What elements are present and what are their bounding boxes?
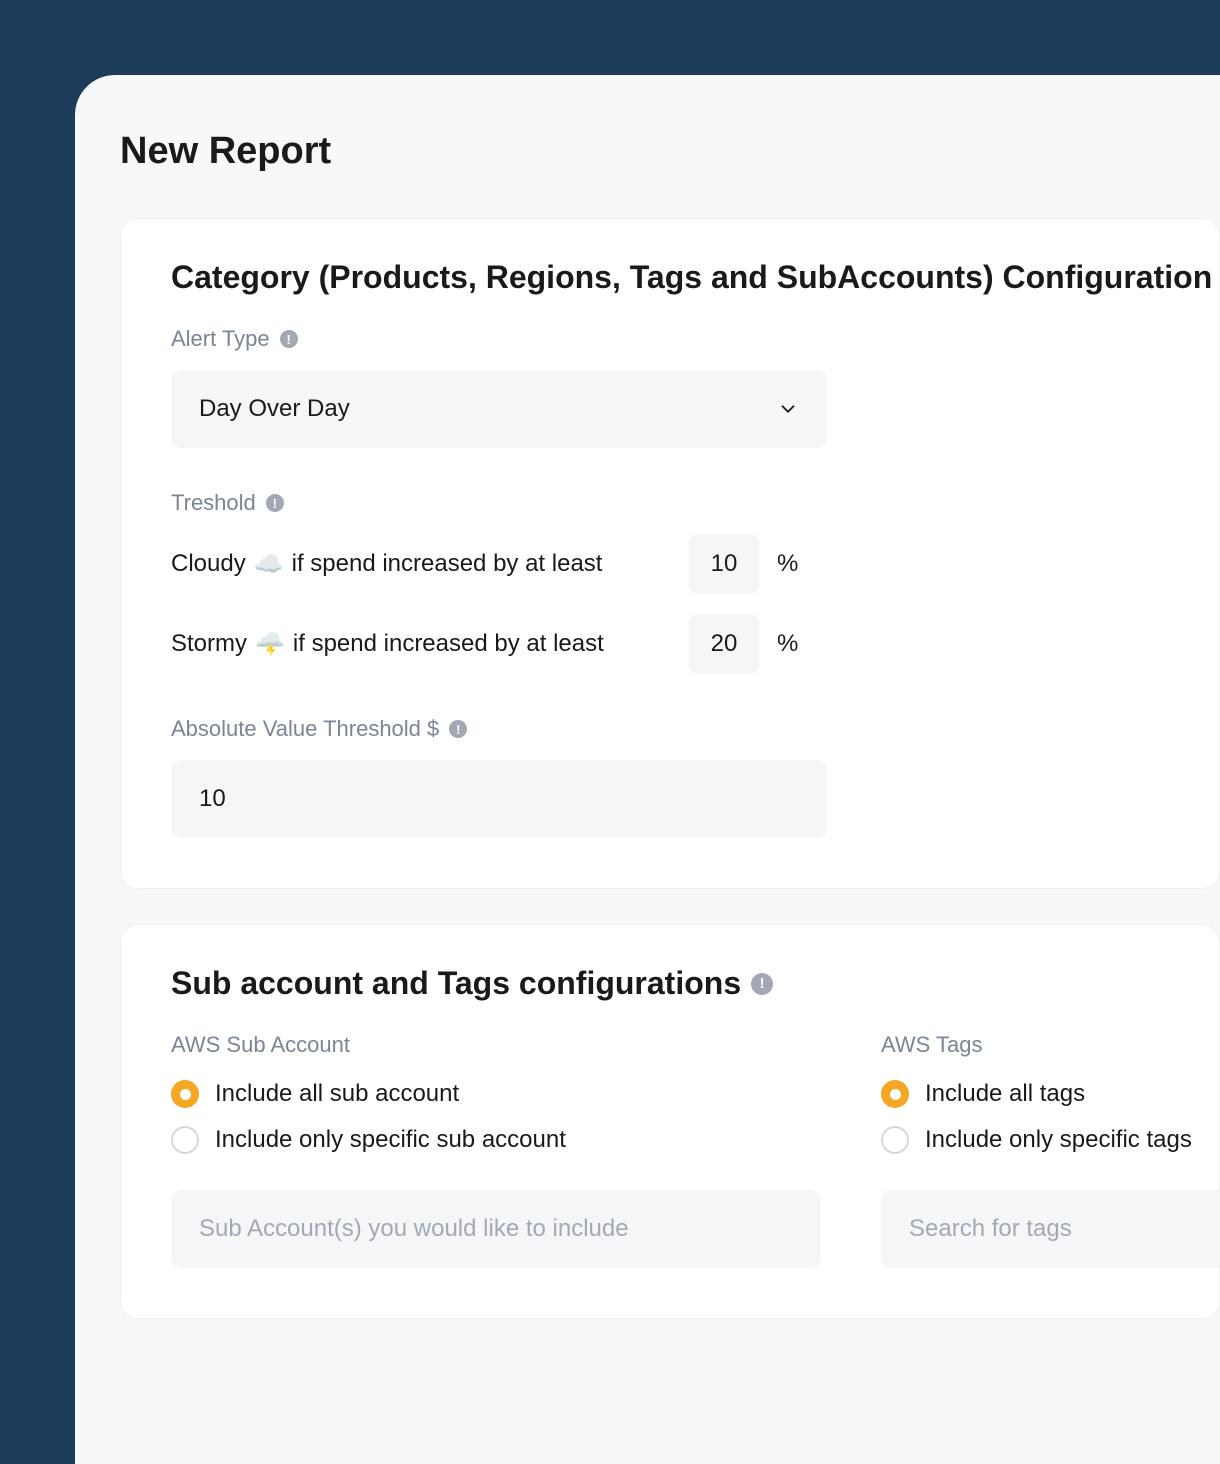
sub-account-option2-label: Include only specific sub account	[215, 1126, 566, 1154]
category-config-title: Category (Products, Regions, Tags and Su…	[171, 259, 1169, 296]
tags-radio-group: Include all tags Include only specific t…	[881, 1080, 1220, 1154]
tags-label: AWS Tags	[881, 1032, 1220, 1058]
category-config-card: Category (Products, Regions, Tags and Su…	[120, 218, 1220, 889]
cloudy-threshold-row: Cloudy ☁️ if spend increased by at least…	[171, 534, 1169, 594]
radio-inner-dot	[180, 1089, 191, 1100]
sub-account-column: AWS Sub Account Include all sub account …	[171, 1032, 821, 1268]
threshold-label: Treshold	[171, 490, 1169, 516]
tags-option1-label: Include all tags	[925, 1080, 1085, 1108]
cloudy-desc: if spend increased by at least	[292, 550, 603, 578]
radio-button-selected	[881, 1080, 909, 1108]
info-icon[interactable]	[449, 720, 467, 738]
threshold-label-text: Treshold	[171, 490, 256, 516]
cloudy-name: Cloudy	[171, 550, 246, 578]
subaccount-tags-card: Sub account and Tags configurations AWS …	[120, 924, 1220, 1319]
alert-type-label-text: Alert Type	[171, 326, 270, 352]
stormy-name: Stormy	[171, 630, 247, 658]
sub-account-option1-label: Include all sub account	[215, 1080, 459, 1108]
stormy-threshold-text: Stormy 🌩️ if spend increased by at least	[171, 630, 671, 659]
subaccount-tags-title-text: Sub account and Tags configurations	[171, 965, 741, 1002]
cloudy-value-input[interactable]	[689, 534, 759, 594]
subaccount-tags-title: Sub account and Tags configurations	[171, 965, 1169, 1002]
info-icon[interactable]	[266, 494, 284, 512]
tags-radio-specific[interactable]: Include only specific tags	[881, 1126, 1220, 1154]
cloudy-unit: %	[777, 550, 798, 578]
info-icon[interactable]	[751, 973, 773, 995]
alert-type-value: Day Over Day	[199, 395, 350, 423]
radio-button-unselected	[171, 1126, 199, 1154]
tags-column: AWS Tags Include all tags Include only s…	[881, 1032, 1220, 1268]
sub-account-search-input[interactable]	[171, 1190, 821, 1268]
tags-option2-label: Include only specific tags	[925, 1126, 1192, 1154]
columns-container: AWS Sub Account Include all sub account …	[171, 1032, 1169, 1268]
radio-button-unselected	[881, 1126, 909, 1154]
absolute-threshold-input[interactable]	[171, 760, 827, 838]
radio-inner-dot	[890, 1089, 901, 1100]
radio-button-selected	[171, 1080, 199, 1108]
stormy-value-input[interactable]	[689, 614, 759, 674]
page-container: New Report Category (Products, Regions, …	[75, 75, 1220, 1464]
sub-account-label: AWS Sub Account	[171, 1032, 821, 1058]
info-icon[interactable]	[280, 330, 298, 348]
chevron-down-icon	[777, 398, 799, 420]
page-title: New Report	[120, 130, 1220, 173]
absolute-threshold-label-text: Absolute Value Threshold $	[171, 716, 439, 742]
tags-radio-all[interactable]: Include all tags	[881, 1080, 1220, 1108]
tags-search-input[interactable]	[881, 1190, 1220, 1268]
sub-account-radio-group: Include all sub account Include only spe…	[171, 1080, 821, 1154]
cloud-icon: ☁️	[254, 550, 284, 579]
alert-type-label: Alert Type	[171, 326, 1169, 352]
stormy-desc: if spend increased by at least	[293, 630, 604, 658]
absolute-threshold-label: Absolute Value Threshold $	[171, 716, 1169, 742]
stormy-unit: %	[777, 630, 798, 658]
sub-account-radio-all[interactable]: Include all sub account	[171, 1080, 821, 1108]
threshold-section: Cloudy ☁️ if spend increased by at least…	[171, 534, 1169, 674]
sub-account-radio-specific[interactable]: Include only specific sub account	[171, 1126, 821, 1154]
storm-icon: 🌩️	[255, 630, 285, 659]
alert-type-select[interactable]: Day Over Day	[171, 370, 827, 448]
cloudy-threshold-text: Cloudy ☁️ if spend increased by at least	[171, 550, 671, 579]
stormy-threshold-row: Stormy 🌩️ if spend increased by at least…	[171, 614, 1169, 674]
